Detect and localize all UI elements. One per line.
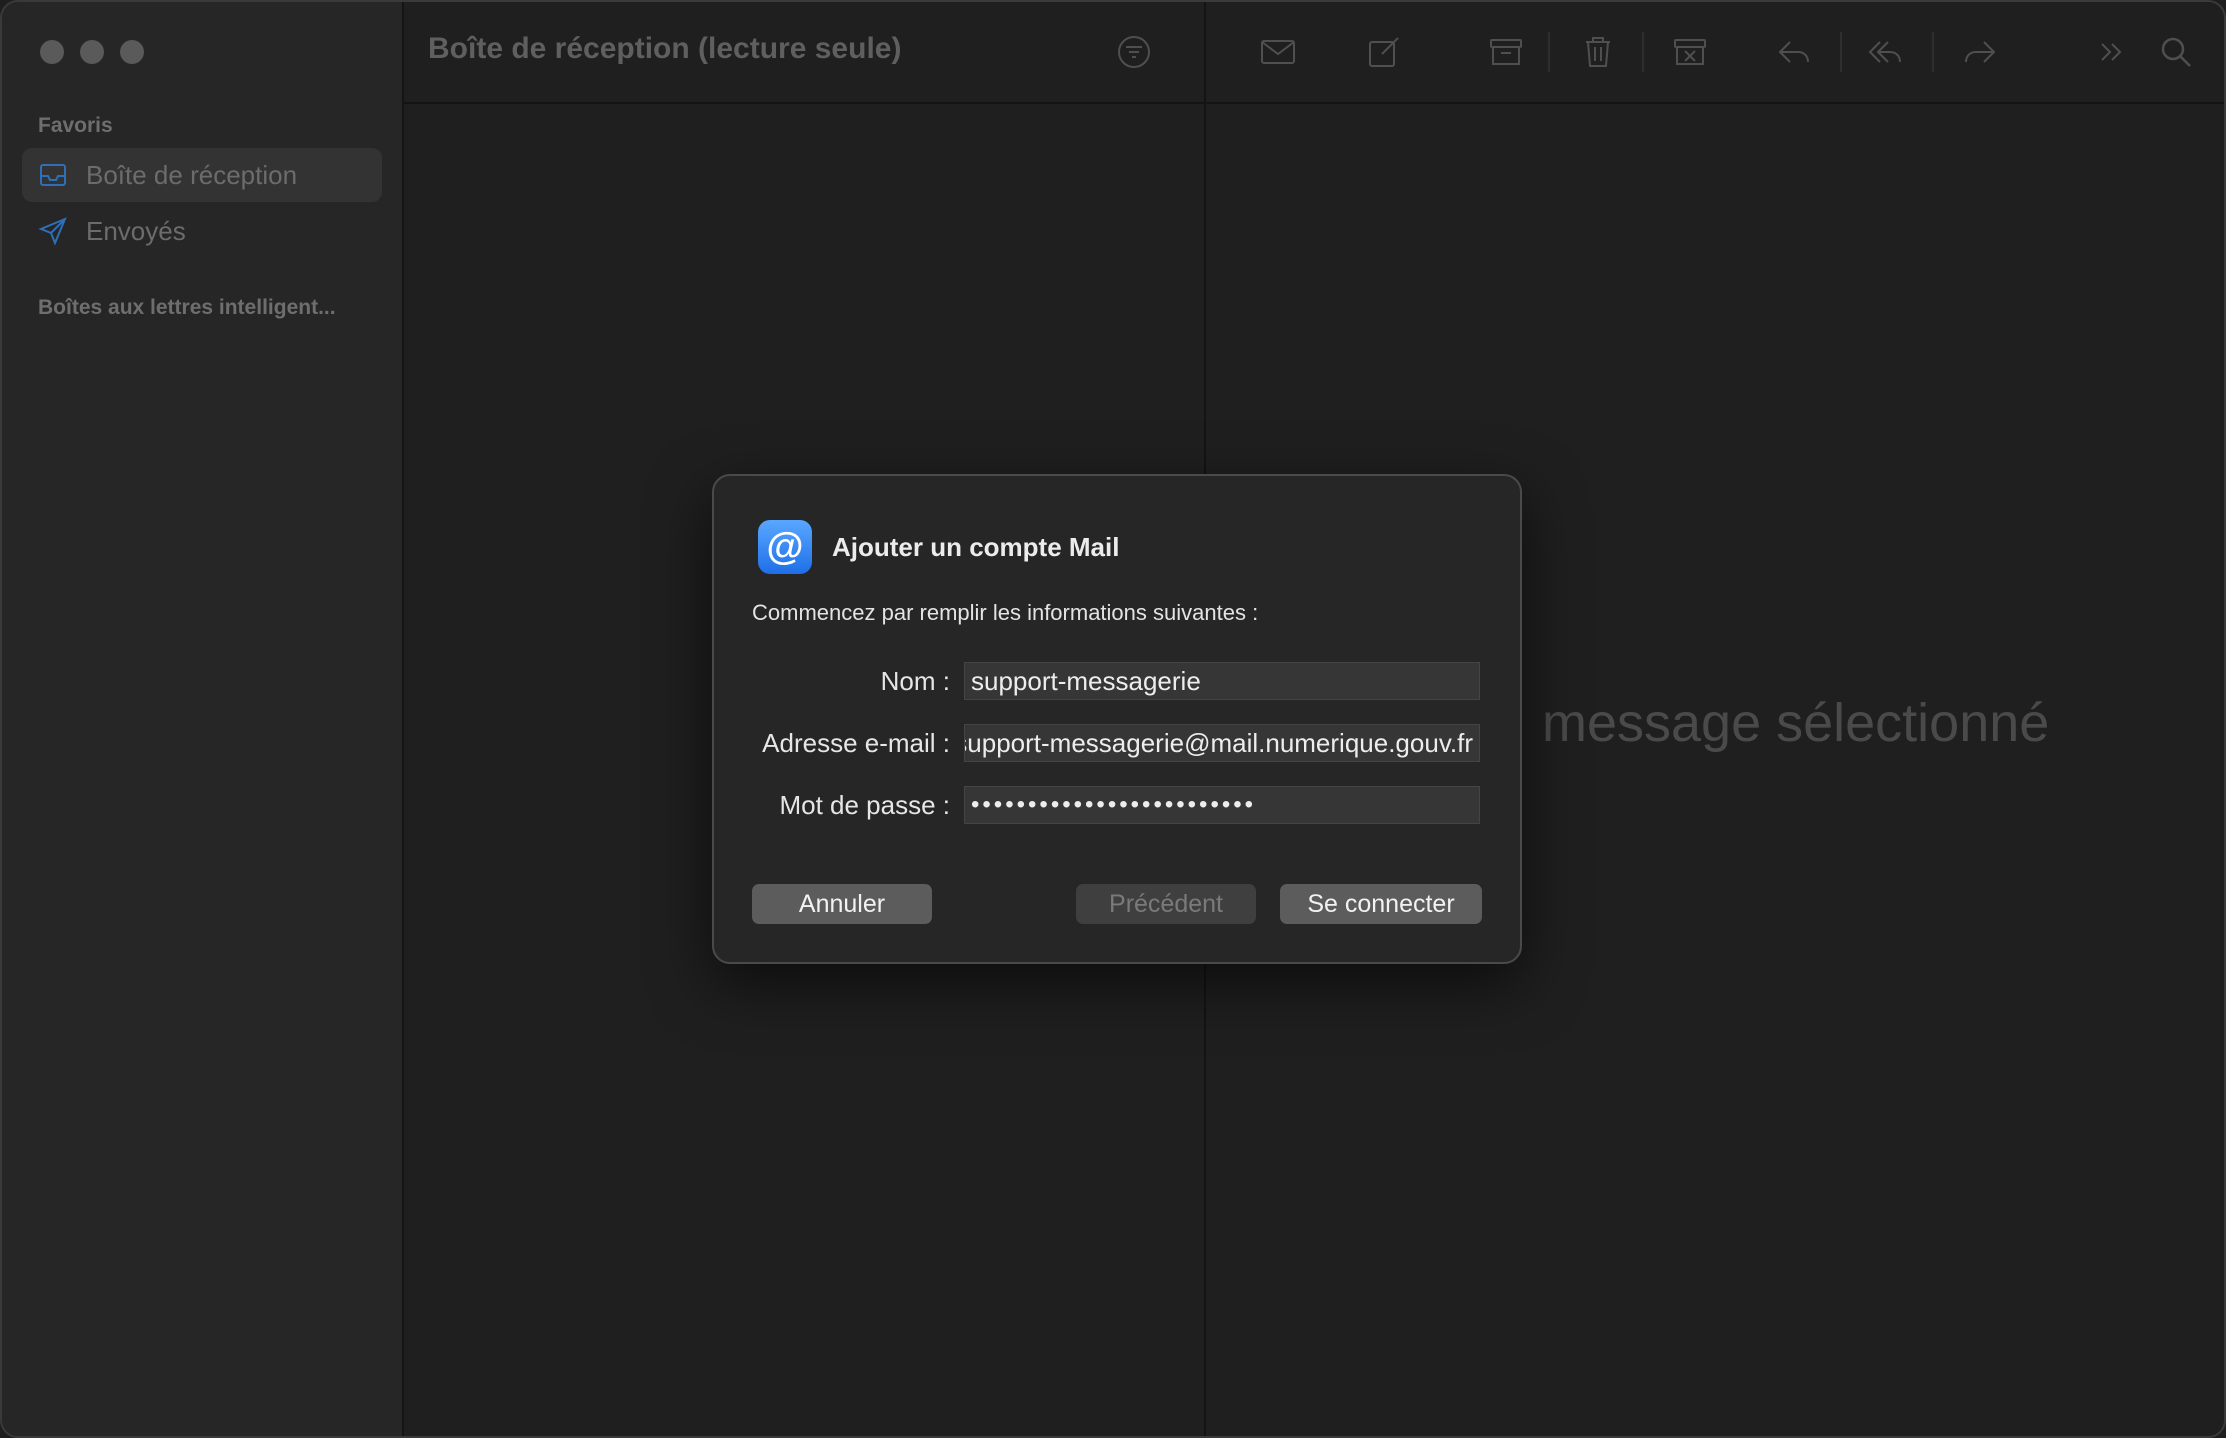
name-field[interactable]: support-messagerie xyxy=(964,662,1480,700)
favorites-section-label: Favoris xyxy=(38,114,113,137)
previous-button[interactable]: Précédent xyxy=(1076,884,1256,924)
name-label: Nom : xyxy=(880,666,950,696)
toolbar-separator xyxy=(1548,32,1550,72)
toolbar xyxy=(1206,2,2224,104)
password-field[interactable]: ••••••••••••••••••••••••• xyxy=(964,786,1480,824)
list-header: Boîte de réception (lecture seule) xyxy=(404,2,1204,104)
no-message-placeholder: message sélectionné xyxy=(1542,693,2050,753)
smart-mailboxes-section-label[interactable]: Boîtes aux lettres intelligent... xyxy=(38,296,336,320)
more-icon[interactable] xyxy=(2090,30,2134,74)
at-sign-icon: @ xyxy=(758,520,812,574)
toolbar-separator xyxy=(1642,32,1644,72)
inbox-icon xyxy=(38,160,68,190)
connect-button[interactable]: Se connecter xyxy=(1280,884,1482,924)
password-label: Mot de passe : xyxy=(779,790,950,820)
add-account-dialog: @ Ajouter un compte Mail Commencez par r… xyxy=(712,474,1522,964)
page-title: Boîte de réception (lecture seule) xyxy=(428,32,902,65)
cancel-button[interactable]: Annuler xyxy=(752,884,932,924)
mail-window: Favoris Boîte de réception Envoyés Boîte… xyxy=(0,0,2226,1438)
dialog-subtitle: Commencez par remplir les informations s… xyxy=(752,600,1259,625)
sidebar-item-inbox[interactable]: Boîte de réception xyxy=(22,148,382,202)
zoom-window-button[interactable] xyxy=(120,40,144,64)
email-label: Adresse e-mail : xyxy=(762,728,950,758)
search-icon[interactable] xyxy=(2154,30,2198,74)
reply-all-icon[interactable] xyxy=(1864,30,1908,74)
sidebar-item-label: Boîte de réception xyxy=(86,159,298,190)
reply-icon[interactable] xyxy=(1772,30,1816,74)
trash-icon[interactable] xyxy=(1576,30,1620,74)
paper-plane-icon xyxy=(38,216,68,246)
forward-icon[interactable] xyxy=(1958,30,2002,74)
sidebar-item-sent[interactable]: Envoyés xyxy=(22,204,382,258)
sidebar-item-label: Envoyés xyxy=(86,215,186,246)
email-field[interactable]: support-messagerie@mail.numerique.gouv.f… xyxy=(964,724,1480,762)
close-window-button[interactable] xyxy=(40,40,64,64)
dialog-title: Ajouter un compte Mail xyxy=(832,532,1120,562)
sidebar: Favoris Boîte de réception Envoyés Boîte… xyxy=(2,2,404,1436)
archive-icon[interactable] xyxy=(1484,30,1528,74)
toolbar-separator xyxy=(1840,32,1842,72)
junk-icon[interactable] xyxy=(1668,30,1712,74)
toolbar-separator xyxy=(1932,32,1934,72)
minimize-window-button[interactable] xyxy=(80,40,104,64)
email-field-value: support-messagerie@mail.numerique.gouv.f… xyxy=(964,728,1473,758)
filter-icon[interactable] xyxy=(1116,34,1152,70)
envelope-icon[interactable] xyxy=(1256,30,1300,74)
window-controls xyxy=(40,40,144,64)
compose-icon[interactable] xyxy=(1362,30,1406,74)
